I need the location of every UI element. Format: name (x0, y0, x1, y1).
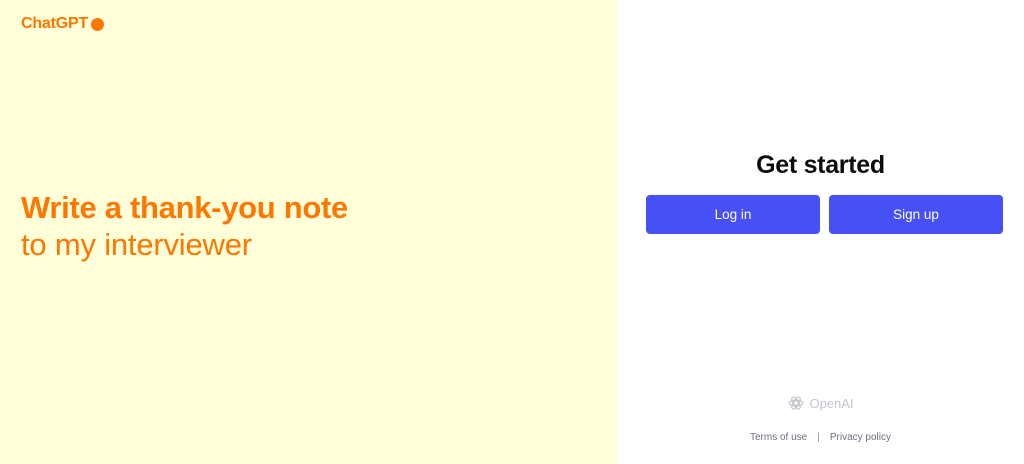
brand-logo: ChatGPT (21, 15, 105, 33)
footer-separator: | (817, 432, 820, 443)
openai-logo: OpenAI (617, 394, 1024, 412)
openai-knot-icon (789, 396, 804, 410)
brand-name: ChatGPT (21, 15, 89, 32)
login-button[interactable]: Log in (646, 195, 820, 234)
hero-panel: ChatGPT Write a thank-you note to my int… (0, 0, 617, 464)
auth-panel: Get started Log in Sign up OpenAI Terms … (617, 0, 1024, 464)
hero-line-2: to my interviewer (21, 227, 252, 262)
signup-button[interactable]: Sign up (829, 195, 1003, 234)
brand-dot-icon (91, 17, 105, 31)
privacy-link[interactable]: Privacy policy (830, 432, 891, 443)
hero-line-1: Write a thank-you note (21, 190, 348, 225)
openai-wordmark: OpenAI (809, 395, 854, 411)
footer-links: Terms of use | Privacy policy (617, 432, 1024, 443)
terms-link[interactable]: Terms of use (750, 432, 807, 443)
hero-headline: Write a thank-you note to my interviewer (21, 189, 348, 263)
get-started-heading: Get started (756, 151, 885, 179)
